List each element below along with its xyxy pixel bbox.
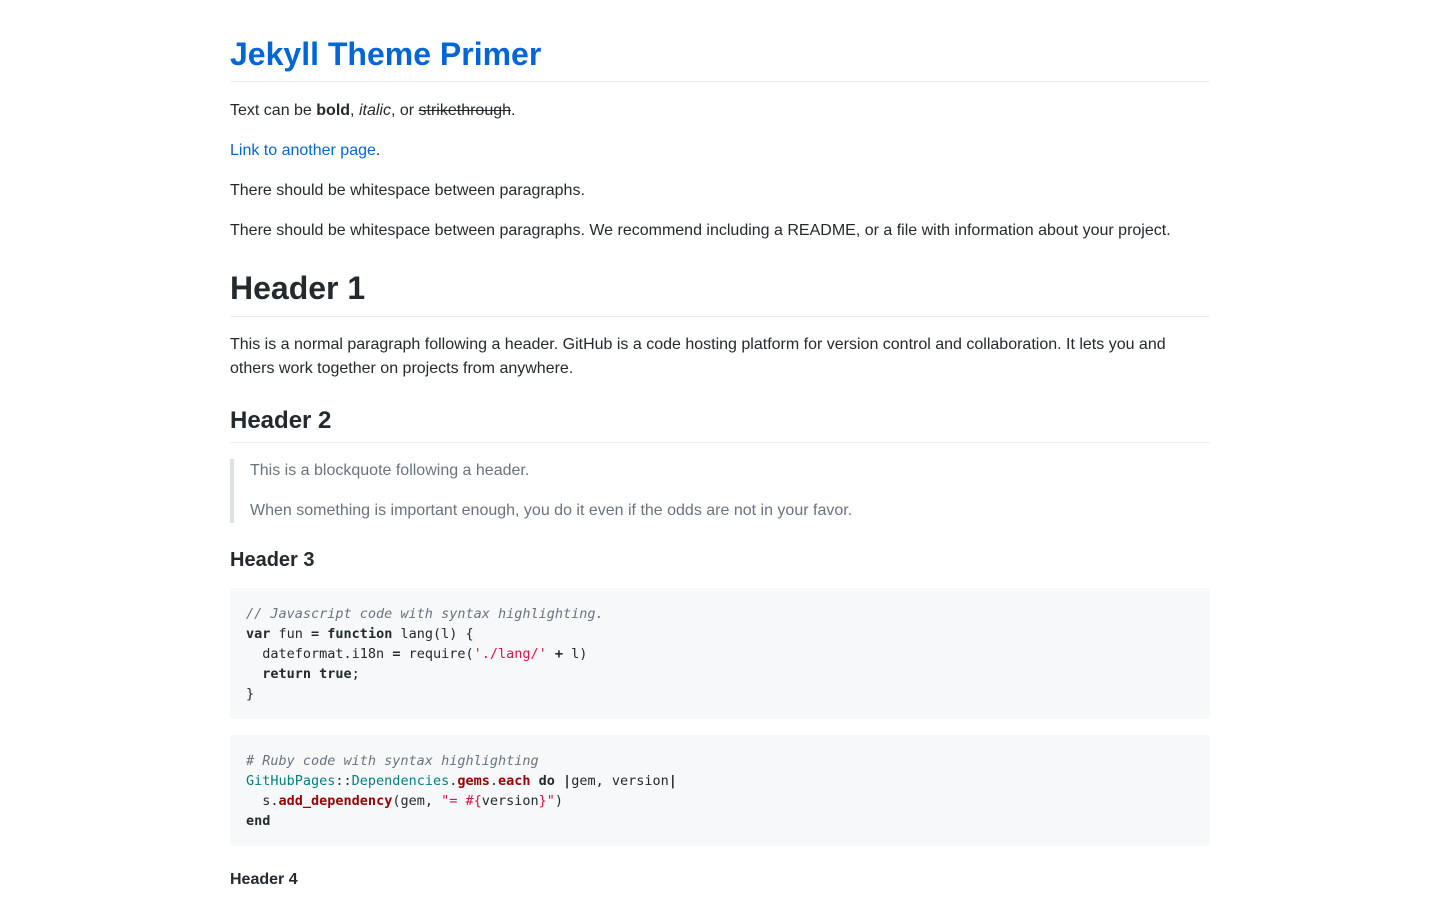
code-identifier: dateformat.i18n (246, 646, 393, 662)
code-keyword: do (530, 773, 555, 789)
code-keyword: function (319, 626, 393, 642)
paragraph-whitespace-1: There should be whitespace between parag… (230, 182, 585, 199)
code-comment: // Javascript code with syntax highlight… (246, 606, 604, 622)
code-punctuation: | (554, 773, 572, 789)
code-punctuation: } (246, 686, 255, 702)
code-class: Dependencies (351, 773, 450, 789)
header-4: Header 4 (230, 871, 298, 888)
code-punctuation: ) (554, 793, 564, 809)
code-method: gems (457, 773, 490, 789)
intro-text: Text can be (230, 102, 317, 119)
header-3: Header 3 (230, 549, 315, 571)
strikethrough-text: strikethrough (418, 102, 512, 119)
link-paragraph: Link to another page. (230, 139, 1210, 163)
code-identifier: fun (270, 626, 312, 642)
code-string: './lang/' (473, 646, 547, 662)
code-operator: = (311, 626, 320, 642)
site-title-link[interactable]: Jekyll Theme Primer (230, 30, 541, 76)
code-identifier: s (246, 793, 271, 809)
code-keyword: end (246, 813, 271, 829)
separator: , (350, 102, 359, 119)
code-string: "= #{ (441, 793, 482, 809)
code-class: GitHubPages (246, 773, 336, 789)
code-identifier: (gem, (392, 793, 442, 809)
bold-text: bold (316, 102, 351, 119)
header-1-paragraph: This is a normal paragraph following a h… (230, 336, 1166, 377)
code-keyword: true (311, 666, 352, 682)
code-identifier: gem, version (571, 773, 669, 789)
code-block-javascript: // Javascript code with syntax highlight… (230, 588, 1210, 719)
code-punctuation: . (489, 773, 499, 789)
site-header: Jekyll Theme Primer (230, 30, 1210, 82)
period: . (375, 142, 381, 159)
code-string: }" (538, 793, 555, 809)
another-page-link[interactable]: Link to another page (230, 142, 376, 159)
code-punctuation: . (270, 793, 279, 809)
blockquote: This is a blockquote following a header.… (230, 459, 1210, 523)
code-keyword: var (246, 626, 271, 642)
code-identifier: version (481, 793, 539, 809)
blockquote-line-2: When something is important enough, you … (250, 502, 853, 519)
code-signature: lang(l) { (392, 626, 474, 642)
header-1: Header 1 (230, 268, 1210, 317)
code-block-ruby: # Ruby code with syntax highlighting Git… (230, 735, 1210, 846)
intro-paragraph: Text can be bold, italic, or strikethrou… (230, 99, 1210, 123)
code-call: require( (400, 646, 474, 662)
code-operator: + (546, 646, 572, 662)
code-punctuation: | (668, 773, 677, 789)
italic-text: italic (358, 102, 391, 119)
code-comment: # Ruby code with syntax highlighting (246, 753, 539, 769)
code-method: add_dependency (278, 793, 393, 809)
header-2: Header 2 (230, 405, 1210, 443)
paragraph-whitespace-2: There should be whitespace between parag… (230, 222, 1171, 239)
code-keyword: return (246, 666, 312, 682)
code-method: each (498, 773, 531, 789)
code-punctuation: ; (351, 666, 360, 682)
separator: , or (390, 102, 419, 119)
code-punctuation: :: (335, 773, 352, 789)
period: . (511, 102, 516, 119)
blockquote-line-1: This is a blockquote following a header. (250, 462, 530, 479)
code-identifier: l) (571, 646, 588, 662)
